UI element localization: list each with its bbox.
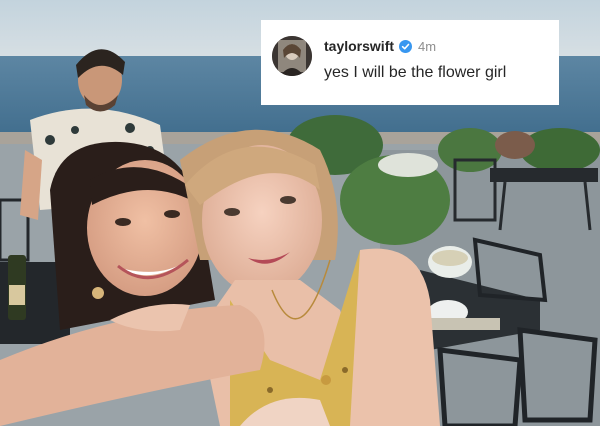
- comment-card: taylorswift 4m yes I will be the flower …: [261, 20, 559, 105]
- patio-table: [490, 168, 598, 182]
- comment-username[interactable]: taylorswift: [324, 38, 394, 54]
- avatar[interactable]: [272, 36, 312, 76]
- verified-badge-icon: [399, 39, 413, 53]
- comment-timestamp: 4m: [418, 38, 437, 54]
- comment-header: taylorswift 4m: [324, 37, 436, 55]
- comment-text: yes I will be the flower girl: [324, 64, 507, 81]
